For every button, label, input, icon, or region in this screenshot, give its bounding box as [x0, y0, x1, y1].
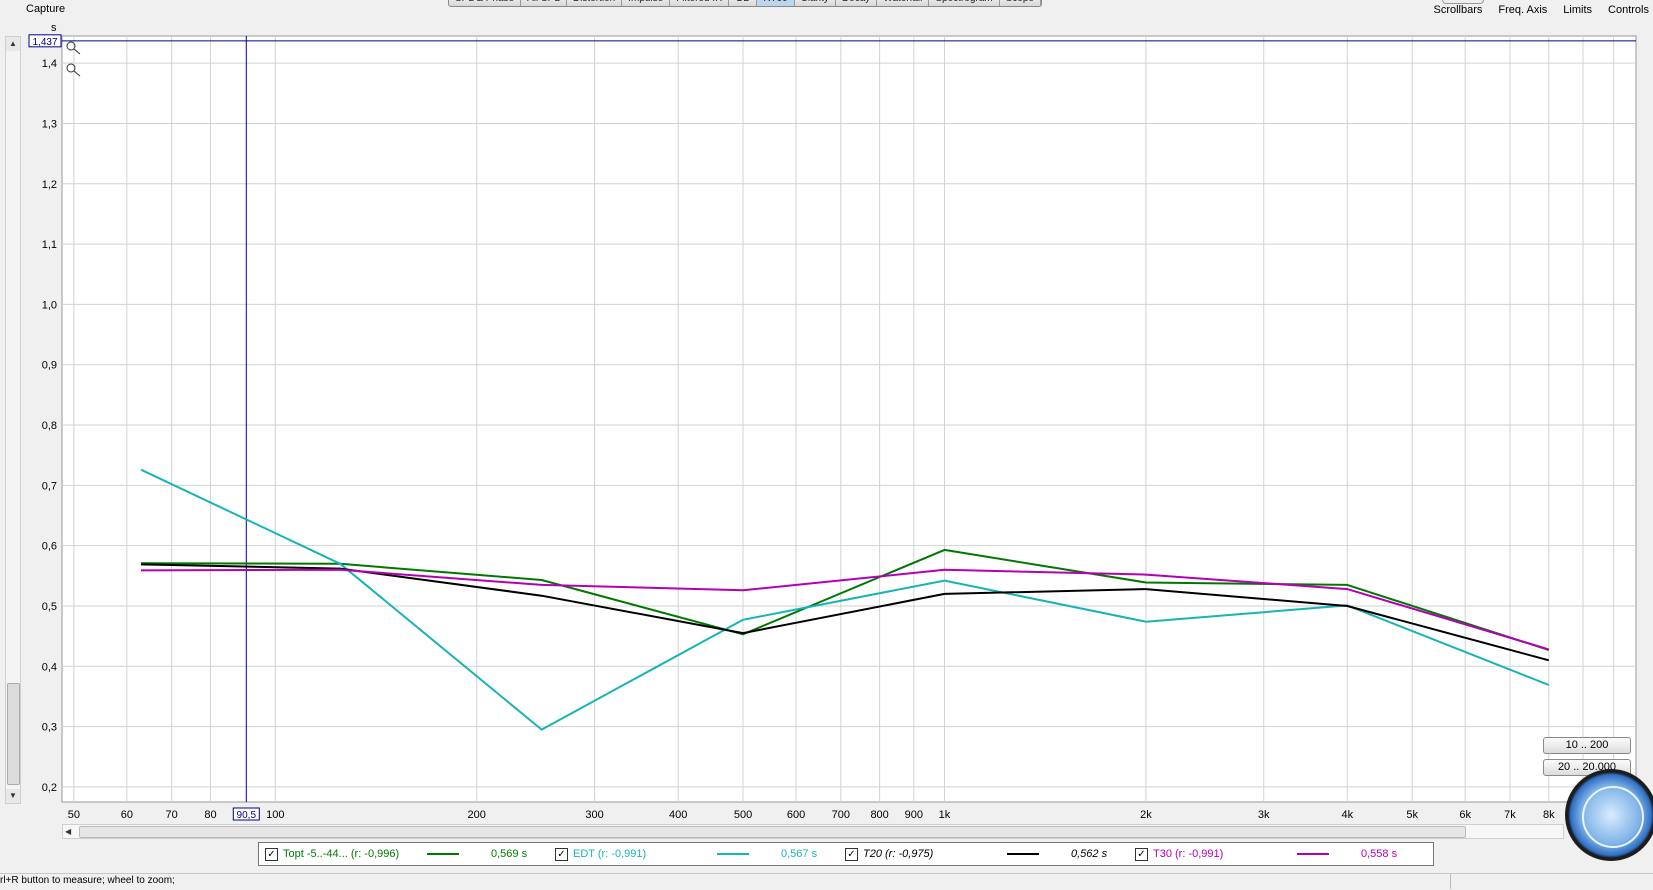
- rt60-chart[interactable]: 50 60 70 80 100 200 300 400 500 600 700 800 900 1k 2k 3…: [0, 0, 1653, 889]
- legend-item: ✓ T30 (r: -0,991) 0,558 s: [1129, 843, 1419, 865]
- x-tick-label: 600: [787, 809, 805, 821]
- x-tick-label: 100: [266, 809, 284, 821]
- y-tick-label: 0,9: [42, 360, 57, 372]
- x-tick-label: 900: [905, 809, 923, 821]
- x-tick-label: 200: [468, 809, 486, 821]
- series-checkbox[interactable]: ✓: [845, 847, 858, 861]
- y-tick-label: 0,8: [42, 420, 57, 432]
- y-tick-label: 0,6: [42, 541, 57, 553]
- x-tick-label: 300: [585, 809, 603, 821]
- y-tick-label: 1,4: [42, 58, 57, 70]
- y-tick-label: 1,3: [42, 118, 57, 130]
- x-tick-label: 3k: [1258, 809, 1270, 821]
- horizontal-scrollbar[interactable]: ◀: [62, 824, 1564, 839]
- x-tick-label: 8k: [1543, 809, 1555, 821]
- x-tick-label: 7k: [1504, 809, 1516, 821]
- plot-area[interactable]: [61, 35, 1637, 803]
- status-bar: [0, 873, 1653, 890]
- series-checkbox[interactable]: ✓: [1135, 847, 1148, 861]
- y-tick-label: 1,0: [42, 299, 57, 311]
- series-checkbox[interactable]: ✓: [265, 847, 278, 861]
- range-button-10-200[interactable]: 10 .. 200: [1543, 737, 1631, 754]
- legend-series-name: T20 (r: -0,975): [863, 848, 934, 860]
- cursor-x-readout: 90,5: [237, 810, 257, 821]
- series-legend: ✓ Topt -5..-44... (r: -0,996) 0,569 s ✓ EDT …: [258, 842, 1434, 866]
- legend-series-name: EDT (r: -0,991): [573, 848, 647, 860]
- x-tick-label: 400: [669, 809, 687, 821]
- x-tick-label: 50: [68, 809, 80, 821]
- legend-series-value: 0,558 s: [1361, 848, 1398, 860]
- legend-series-name: Topt -5..-44... (r: -0,996): [283, 848, 400, 860]
- legend-swatch: [1007, 853, 1039, 855]
- legend-item: ✓ T20 (r: -0,975) 0,562 s: [839, 843, 1129, 865]
- y-tick-label: 0,2: [42, 782, 57, 794]
- legend-swatch: [427, 853, 459, 855]
- legend-swatch: [1297, 853, 1329, 855]
- series-checkbox[interactable]: ✓: [555, 847, 568, 861]
- y-tick-label: 0,7: [42, 480, 57, 492]
- cursor-y-readout: 1,437: [32, 37, 57, 48]
- x-tick-label: 5k: [1406, 809, 1418, 821]
- x-tick-label: 4k: [1342, 809, 1354, 821]
- legend-item: ✓ EDT (r: -0,991) 0,567 s: [549, 843, 839, 865]
- x-tick-label: 6k: [1459, 809, 1471, 821]
- x-tick-label: 80: [204, 809, 216, 821]
- status-text: rl+R button to measure; wheel to zoom;: [0, 875, 175, 886]
- legend-series-value: 0,562 s: [1071, 848, 1108, 860]
- x-tick-label: 700: [832, 809, 850, 821]
- horizontal-scroll-thumb[interactable]: [79, 826, 1466, 838]
- y-tick-label: 1,1: [42, 239, 57, 251]
- y-tick-label: 0,5: [42, 601, 57, 613]
- x-tick-label: 500: [734, 809, 752, 821]
- legend-swatch: [717, 853, 749, 855]
- legend-series-value: 0,567 s: [781, 848, 818, 860]
- y-tick-label: 0,4: [42, 661, 57, 673]
- control-dial-ring: [1582, 786, 1644, 848]
- legend-item: ✓ Topt -5..-44... (r: -0,996) 0,569 s: [259, 843, 549, 865]
- x-tick-label: 1k: [939, 809, 951, 821]
- x-tick-label: 60: [121, 809, 133, 821]
- scroll-left-arrow-icon[interactable]: ◀: [65, 825, 71, 838]
- y-tick-label: 0,3: [42, 722, 57, 734]
- y-tick-label: 1,2: [42, 179, 57, 191]
- status-separator: [1450, 874, 1451, 889]
- x-tick-label: 2k: [1140, 809, 1152, 821]
- x-tick-label: 800: [870, 809, 888, 821]
- legend-series-name: T30 (r: -0,991): [1153, 848, 1224, 860]
- x-tick-label: 70: [166, 809, 178, 821]
- legend-series-value: 0,569 s: [491, 848, 528, 860]
